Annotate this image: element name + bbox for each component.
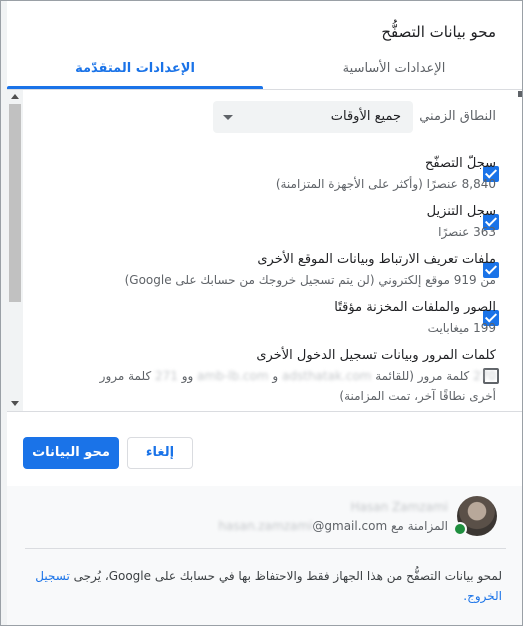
dialog-title: محو بيانات التصفُّح xyxy=(381,23,496,41)
redacted-email-user: hasan.zamzami xyxy=(218,519,313,533)
account-email: hasan.zamzami@gmail.com xyxy=(218,519,387,533)
item-description: من 919 موقع إلكتروني (لن يتم تسجيل خروجك… xyxy=(124,273,496,287)
content-divider xyxy=(7,411,522,412)
list-item: كلمات المرور وبيانات تسجيل الدخول الأخرى… xyxy=(56,347,496,405)
item-title: كلمات المرور وبيانات تسجيل الدخول الأخرى xyxy=(256,348,496,363)
footer-notice-text: لمحو بيانات التصفُّح من هذا الجهاز فقط و… xyxy=(73,569,502,583)
time-range-label: النطاق الزمني xyxy=(419,109,496,124)
scroll-up-arrow-icon[interactable] xyxy=(11,94,19,99)
caret-down-icon xyxy=(223,115,233,120)
redacted-site: amb-lb.com xyxy=(197,369,269,383)
clear-browsing-data-dialog: محو بيانات التصفُّح الإعدادات الأساسية ا… xyxy=(0,0,523,626)
list-item: سجل التنزيل 363 عنصرًا xyxy=(56,203,496,241)
tabs-divider xyxy=(7,89,522,90)
account-footer: Hasan Zamzami المزامنة مع hasan.zamzami@… xyxy=(7,486,522,625)
right-edge-marker xyxy=(518,91,522,97)
tab-advanced[interactable]: الإعدادات المتقدّمة xyxy=(7,49,263,89)
desc-text: و xyxy=(272,369,279,383)
clear-data-button[interactable]: محو البيانات xyxy=(23,437,119,469)
account-sync-status: المزامنة مع hasan.zamzami@gmail.com xyxy=(218,519,448,533)
scroll-thumb[interactable] xyxy=(9,104,21,302)
cancel-button[interactable]: إلغاء xyxy=(127,437,193,469)
item-title: سجلّ التصفّح xyxy=(425,156,496,171)
list-item: الصور والملفات المخزنة مؤقتًا 199 ميغابا… xyxy=(56,299,496,337)
email-domain: @gmail.com xyxy=(312,519,388,533)
redacted-count: 270 xyxy=(473,369,496,383)
sync-prefix: المزامنة مع xyxy=(391,519,448,533)
tab-basic[interactable]: الإعدادات الأساسية xyxy=(266,49,522,89)
time-range-select[interactable]: جميع الأوقات xyxy=(213,101,413,133)
tab-advanced-label: الإعدادات المتقدّمة xyxy=(75,61,195,76)
scroll-down-arrow-icon[interactable] xyxy=(11,401,19,406)
time-range-value: جميع الأوقات xyxy=(330,109,401,124)
list-item: ملفات تعريف الارتباط وبيانات الموقع الأخ… xyxy=(56,251,496,289)
scrollbar[interactable] xyxy=(7,90,23,412)
account-name: Hasan Zamzami xyxy=(350,500,448,514)
item-description: 199 ميغابايت xyxy=(427,321,496,335)
footer-divider xyxy=(25,548,506,549)
item-description: 8,840 عنصرًا (وأكثر على الأجهزة المتزامن… xyxy=(275,177,496,191)
item-title: ملفات تعريف الارتباط وبيانات الموقع الأخ… xyxy=(257,252,496,267)
tab-bar: الإعدادات الأساسية الإعدادات المتقدّمة xyxy=(7,49,522,89)
footer-notice: لمحو بيانات التصفُّح من هذا الجهاز فقط و… xyxy=(26,566,502,606)
sync-badge-icon xyxy=(453,522,467,536)
desc-text: وو xyxy=(181,369,194,383)
item-description: 363 عنصرًا xyxy=(438,225,496,239)
item-title: الصور والملفات المخزنة مؤقتًا xyxy=(334,300,496,315)
item-title: سجل التنزيل xyxy=(426,204,496,219)
item-description-line2: أخرى نطاقًا آخر، تمت المزامنة) xyxy=(339,389,496,403)
redacted-site: adsthatak.com xyxy=(282,369,372,383)
desc-text: كلمة مرور (للقائمة xyxy=(375,369,470,383)
item-description: 270 كلمة مرور (للقائمة adsthatak.com و a… xyxy=(56,368,496,385)
redacted-count: 271 xyxy=(155,369,178,383)
list-item: سجلّ التصفّح 8,840 عنصرًا (وأكثر على الأ… xyxy=(56,155,496,193)
desc-text: كلمة مرور xyxy=(99,369,152,383)
